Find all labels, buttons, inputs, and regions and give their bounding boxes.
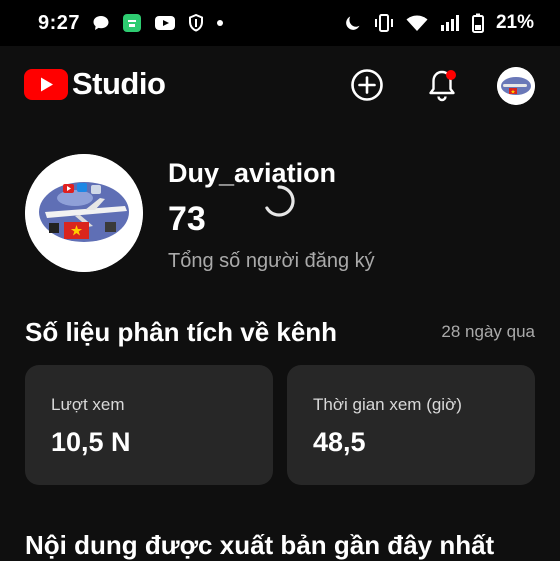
youtube-icon	[154, 14, 176, 32]
account-avatar-button[interactable]	[497, 67, 535, 105]
notification-app-icon	[122, 13, 142, 33]
status-bar-right: 21%	[344, 12, 534, 34]
moon-icon	[344, 14, 362, 32]
bell-icon	[429, 70, 456, 102]
signal-icon	[440, 14, 460, 32]
studio-logo[interactable]: Studio	[24, 66, 166, 102]
subscriber-label: Tổng số người đăng ký	[168, 250, 375, 272]
subscriber-count: 73	[168, 200, 206, 238]
channel-name: Duy_aviation	[168, 158, 337, 188]
battery-icon	[471, 13, 484, 33]
status-bar: 9:27 21%	[0, 0, 560, 46]
views-value: 10,5 N	[51, 427, 131, 457]
loading-spinner-icon	[260, 182, 298, 220]
battery-percent: 21%	[495, 12, 534, 33]
views-card[interactable]: Lượt xem 10,5 N	[25, 365, 273, 485]
shield-icon	[188, 14, 204, 32]
notifications-button[interactable]	[425, 68, 459, 104]
channel-avatar[interactable]	[25, 154, 143, 272]
recent-content-title: Nội dung được xuất bản gần đây nhất	[25, 530, 495, 560]
watch-time-value: 48,5	[313, 427, 366, 457]
status-bar-left: 9:27	[38, 12, 224, 35]
create-button[interactable]	[350, 68, 384, 102]
vibrate-icon	[374, 13, 394, 33]
channel-avatar-image	[25, 154, 143, 272]
analytics-period: 28 ngày qua	[441, 322, 535, 341]
plus-circle-icon	[351, 69, 383, 101]
watch-time-card[interactable]: Thời gian xem (giờ) 48,5	[287, 365, 535, 485]
watch-time-label: Thời gian xem (giờ)	[313, 395, 462, 414]
logo-text: Studio	[72, 66, 166, 101]
app-bar: Studio	[0, 46, 560, 130]
youtube-logo-icon	[24, 68, 68, 100]
views-label: Lượt xem	[51, 395, 125, 414]
avatar-icon	[497, 67, 535, 105]
wifi-icon	[406, 14, 428, 32]
analytics-title: Số liệu phân tích về kênh	[25, 317, 338, 347]
chat-bubble-icon	[92, 14, 110, 32]
status-time: 9:27	[38, 11, 81, 34]
dot-icon	[216, 19, 224, 27]
